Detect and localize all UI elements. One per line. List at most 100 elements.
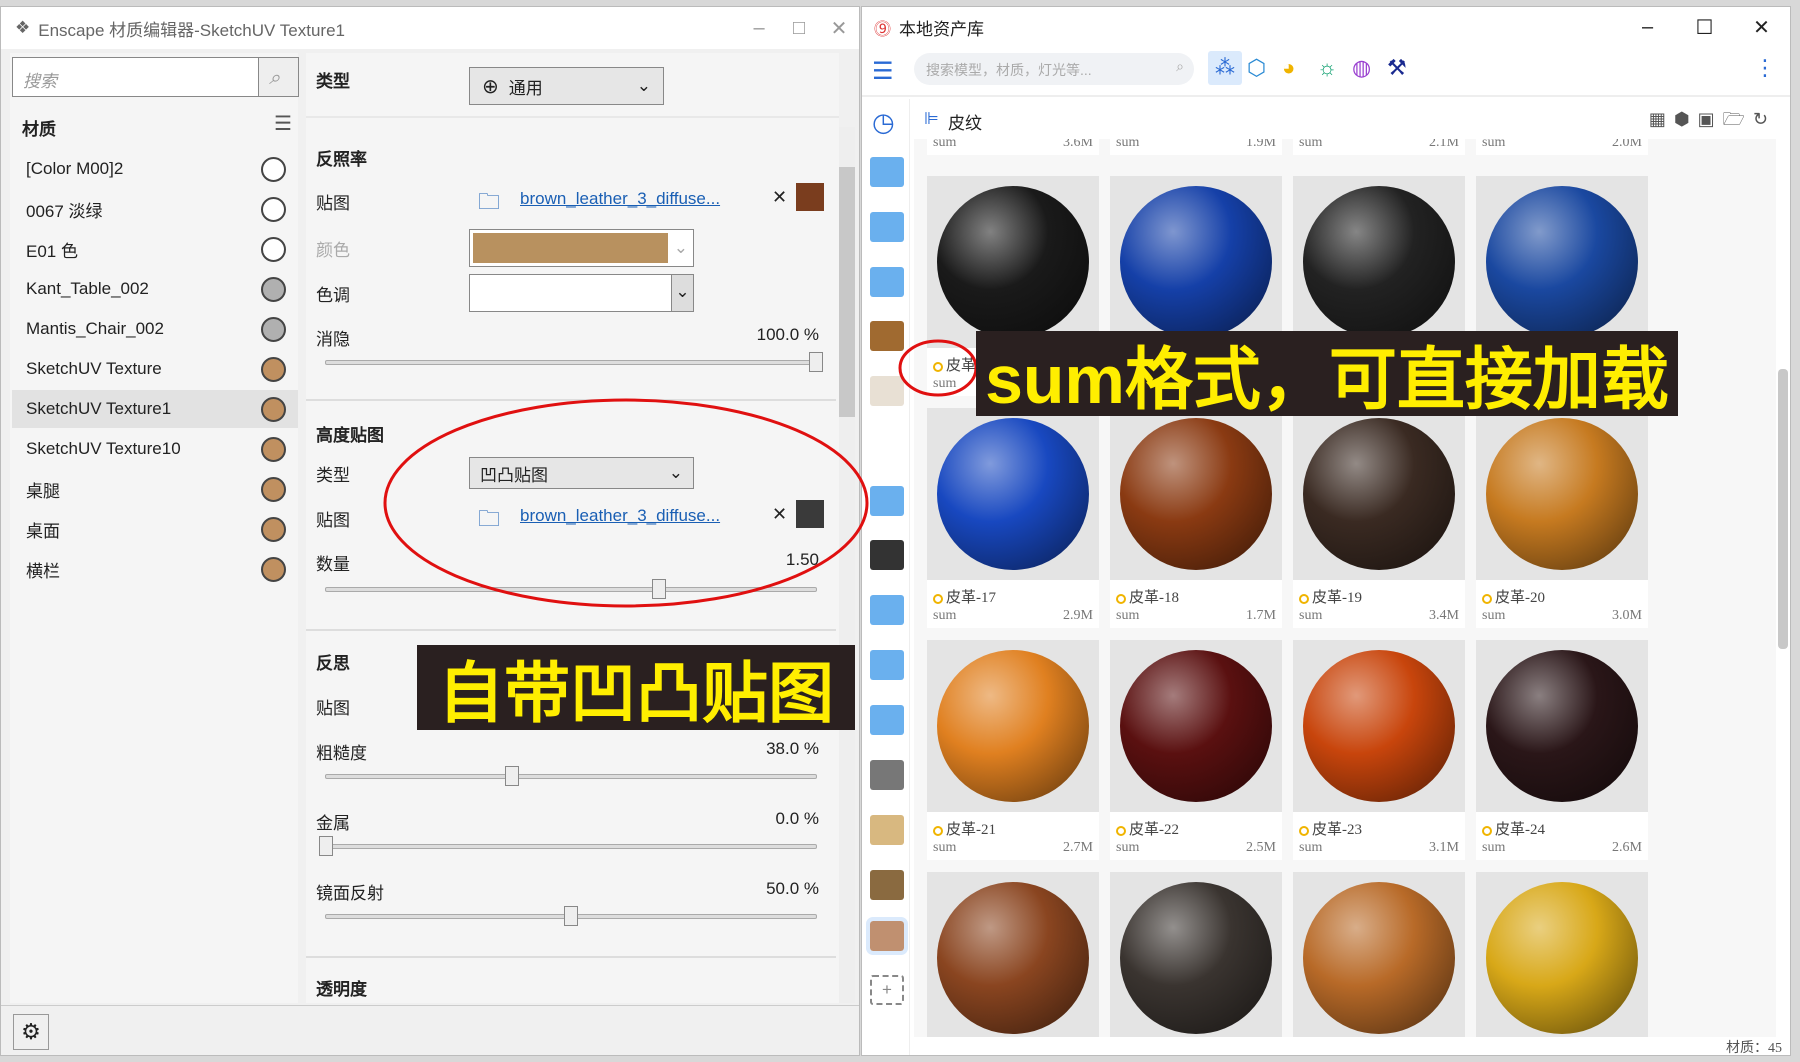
folder-icon[interactable]	[870, 486, 904, 516]
height-texture-link[interactable]: brown_leather_3_diffuse...	[520, 506, 720, 526]
material-list-item[interactable]: SketchUV Texture10	[12, 430, 298, 468]
asset-card[interactable]	[1110, 872, 1282, 1037]
specular-slider[interactable]	[325, 906, 817, 926]
asset-card-partial[interactable]: sum 3.6M	[927, 139, 1099, 155]
asset-card[interactable]: 皮革-22 sum 2.5M	[1110, 640, 1282, 860]
roughness-value: 38.0 %	[766, 739, 819, 758]
minimize-button[interactable]: –	[1619, 16, 1676, 39]
scrollbar[interactable]	[839, 127, 855, 1003]
folder-icon[interactable]	[870, 212, 904, 242]
folder-icon[interactable]: 🗀	[478, 185, 500, 223]
slider-thumb[interactable]	[319, 836, 333, 856]
slider-thumb[interactable]	[809, 352, 823, 372]
asset-card-partial[interactable]: sum 2.1M	[1293, 139, 1465, 155]
asset-card[interactable]: 皮革-24 sum 2.6M	[1476, 640, 1648, 860]
material-list-item[interactable]: SketchUV Texture	[12, 350, 298, 388]
asset-size: 2.1M	[1429, 139, 1459, 150]
metal-value: 0.0 %	[775, 809, 819, 828]
folder-icon[interactable]	[870, 267, 904, 297]
wood-category-icon[interactable]	[870, 321, 904, 351]
asset-card[interactable]	[1476, 872, 1648, 1037]
asset-card-partial[interactable]: sum 1.9M	[1110, 139, 1282, 155]
amount-slider[interactable]	[325, 579, 817, 599]
model-cube-icon[interactable]: ⬡	[1247, 55, 1266, 81]
library-search-input[interactable]: 搜索模型，材质，灯光等... ⌕	[914, 53, 1194, 85]
folder-icon[interactable]: 🗀	[478, 502, 500, 540]
package-icon[interactable]: ⬢	[1674, 109, 1698, 129]
sidebar-toggle-icon[interactable]: ☰	[872, 57, 894, 86]
slider-thumb[interactable]	[564, 906, 578, 926]
import-icon[interactable]: ▦	[1649, 109, 1674, 129]
material-list-item[interactable]: [Color M00]2	[12, 150, 298, 188]
asset-card-partial[interactable]: sum 2.0M	[1476, 139, 1648, 155]
sky-globe-icon[interactable]: ◍	[1352, 55, 1371, 81]
albedo-texture-link[interactable]: brown_leather_3_diffuse...	[520, 189, 720, 209]
fade-slider[interactable]	[325, 352, 823, 372]
asset-card[interactable]	[927, 872, 1099, 1037]
material-list-item[interactable]: 横栏	[12, 550, 298, 588]
material-sphere	[937, 186, 1089, 338]
menu-icon[interactable]: ☰	[274, 111, 292, 136]
material-list-item[interactable]: 0067 淡绿	[12, 190, 298, 228]
asset-size: 3.4M	[1429, 608, 1459, 623]
close-button[interactable]: ✕	[819, 16, 859, 41]
folder-icon[interactable]	[870, 705, 904, 735]
settings-gear-icon[interactable]: ⚙	[13, 1014, 49, 1050]
asset-library-window: ⓽ 本地资产库 – ☐ ✕ ☰ 搜索模型，材质，灯光等... ⌕ ⁂ ⬡ ◕ ☼ …	[861, 6, 1791, 1056]
maximize-button[interactable]: ☐	[1676, 15, 1733, 40]
open-folder-icon[interactable]: 🗁	[1723, 109, 1753, 129]
close-button[interactable]: ✕	[1733, 15, 1790, 40]
leather-category-icon[interactable]	[866, 917, 908, 955]
add-category-icon[interactable]: +	[870, 975, 904, 1005]
asset-card[interactable]: 皮革-20 sum 3.0M	[1476, 408, 1648, 628]
minimize-button[interactable]: –	[739, 17, 779, 40]
asset-card[interactable]: 皮革-18 sum 1.7M	[1110, 408, 1282, 628]
fabric-category-icon[interactable]	[870, 376, 904, 406]
tint-picker[interactable]: ⌄	[469, 274, 694, 312]
sphere-category-icon[interactable]	[870, 815, 904, 845]
material-list-item[interactable]: 桌面	[12, 510, 298, 548]
refresh-icon[interactable]: ↻	[1753, 109, 1776, 129]
tools-icon[interactable]: ⚒	[1387, 55, 1407, 81]
folder-icon[interactable]	[870, 157, 904, 187]
material-palette-icon[interactable]: ◕	[1282, 55, 1295, 81]
material-search-input[interactable]: 搜索 ⌕	[12, 57, 299, 97]
material-list-item[interactable]: Kant_Table_002	[12, 270, 298, 308]
furniture-category-icon[interactable]	[870, 870, 904, 900]
height-texture-label: 贴图	[316, 511, 350, 530]
maximize-button[interactable]: □	[779, 17, 819, 40]
color-picker[interactable]: ⌄	[469, 229, 694, 267]
material-list-item[interactable]: SketchUV Texture1	[12, 390, 298, 428]
slider-thumb[interactable]	[652, 579, 667, 599]
asset-card[interactable]: 皮革-23 sum 3.1M	[1293, 640, 1465, 860]
type-dropdown[interactable]: ⊕ 通用 ⌄	[469, 67, 664, 105]
search-button[interactable]: ⌕	[258, 58, 298, 96]
sphere-category-icon[interactable]	[870, 760, 904, 790]
asset-card[interactable]: 皮革-17 sum 2.9M	[927, 408, 1099, 628]
asset-name: 皮革-20	[1476, 580, 1648, 606]
folder-icon[interactable]	[870, 650, 904, 680]
all-category-icon[interactable]: ⁂	[1208, 51, 1242, 85]
remove-texture-icon[interactable]: ✕	[772, 187, 787, 208]
save-icon[interactable]: ▣	[1698, 109, 1723, 129]
scrollbar[interactable]	[1778, 139, 1788, 1037]
dark-category-icon[interactable]	[870, 540, 904, 570]
material-sphere	[1120, 650, 1272, 802]
material-list-item[interactable]: Mantis_Chair_002	[12, 310, 298, 348]
asset-card[interactable]	[1293, 872, 1465, 1037]
asset-card[interactable]: 皮革-19 sum 3.4M	[1293, 408, 1465, 628]
folder-icon[interactable]	[870, 595, 904, 625]
height-type-dropdown[interactable]: 凹凸贴图 ⌄	[469, 457, 694, 489]
roughness-slider[interactable]	[325, 766, 817, 786]
remove-texture-icon[interactable]: ✕	[772, 504, 787, 525]
asset-card[interactable]: 皮革-21 sum 2.7M	[927, 640, 1099, 860]
material-sphere	[1303, 186, 1455, 338]
transparency-header: 透明度	[316, 980, 367, 999]
metal-slider[interactable]	[319, 836, 817, 856]
material-list-item[interactable]: 桌腿	[12, 470, 298, 508]
more-vertical-icon[interactable]: ⋮	[1754, 55, 1776, 81]
history-clock-icon[interactable]: ◷	[872, 107, 895, 138]
material-list-item[interactable]: E01 色	[12, 230, 298, 268]
slider-thumb[interactable]	[505, 766, 520, 786]
light-sun-icon[interactable]: ☼	[1317, 55, 1337, 81]
